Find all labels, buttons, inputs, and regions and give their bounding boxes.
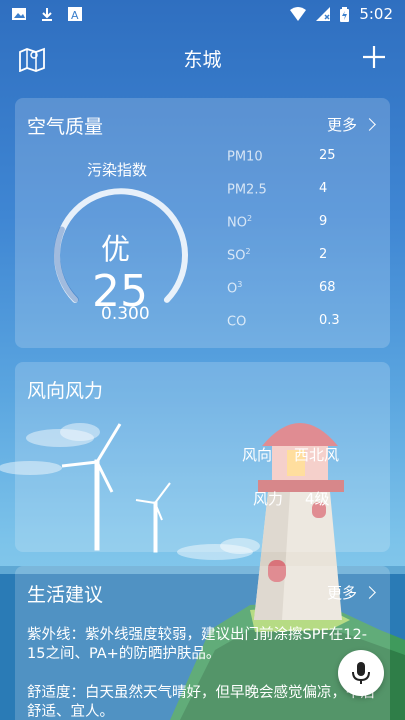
map-icon[interactable] bbox=[18, 46, 46, 72]
chevron-right-icon bbox=[363, 586, 376, 599]
pollutant-value: 9 bbox=[319, 214, 328, 229]
pollutant-row: O3 68 bbox=[215, 280, 375, 300]
add-city-button[interactable] bbox=[361, 44, 387, 70]
svg-text:A: A bbox=[71, 9, 79, 21]
wifi-icon bbox=[290, 7, 307, 21]
air-quality-title: 空气质量 bbox=[27, 116, 104, 138]
life-suggestions-card: 生活建议 更多 紫外线：紫外线强度较弱，建议出门前涂擦SPF在12-15之间、P… bbox=[15, 566, 390, 720]
pollutant-name: O3 bbox=[227, 280, 243, 297]
wind-direction-value: 西北风 bbox=[294, 446, 340, 464]
status-bar: A 5:02 bbox=[0, 0, 405, 28]
pollutant-value: 25 bbox=[319, 148, 336, 163]
wind-direction-label: 风向 bbox=[242, 446, 273, 464]
life-more-link[interactable]: 更多 bbox=[326, 582, 376, 603]
pollutant-value: 2 bbox=[319, 247, 328, 262]
aqi-gauge-fill bbox=[53, 226, 79, 303]
wind-card: 风向风力 风向 西北风 风力 4级 bbox=[15, 362, 390, 552]
pollutant-row: PM10 25 bbox=[215, 148, 375, 168]
pollutant-row: SO2 2 bbox=[215, 247, 375, 267]
air-quality-more-link[interactable]: 更多 bbox=[326, 114, 376, 135]
life-title: 生活建议 bbox=[27, 584, 104, 606]
pollution-index-label: 污染指数 bbox=[87, 161, 148, 179]
city-title: 东城 bbox=[183, 48, 222, 71]
pollutant-row: CO 0.3 bbox=[215, 313, 375, 333]
wind-title: 风向风力 bbox=[27, 380, 104, 402]
pollutant-name: PM10 bbox=[227, 149, 263, 165]
more-label: 更多 bbox=[326, 116, 357, 134]
download-icon bbox=[42, 8, 52, 21]
app-notification-icon: A bbox=[68, 7, 82, 21]
signal-off-icon bbox=[316, 7, 331, 21]
pollutant-row: PM2.5 4 bbox=[215, 181, 375, 201]
image-icon bbox=[12, 8, 26, 20]
pollutant-value: 0.3 bbox=[319, 313, 340, 328]
pollutant-value: 4 bbox=[319, 181, 328, 196]
pollutant-name: CO bbox=[227, 314, 247, 330]
voice-button[interactable] bbox=[338, 650, 384, 696]
pollutant-value: 68 bbox=[319, 280, 336, 295]
more-label: 更多 bbox=[326, 584, 357, 602]
uv-suggestion: 紫外线：紫外线强度较弱，建议出门前涂擦SPF在12-15之间、PA+的防晒护肤品… bbox=[27, 627, 367, 662]
chevron-right-icon bbox=[363, 118, 376, 131]
air-quality-card: 空气质量 更多 污染指数 优 25 0.300 PM10 25 PM2.5 4 … bbox=[15, 98, 390, 348]
pollutant-name: SO2 bbox=[227, 247, 251, 264]
pollutant-name: NO2 bbox=[227, 214, 253, 231]
microphone-icon bbox=[352, 662, 370, 684]
pollutant-name: PM2.5 bbox=[227, 182, 267, 198]
wind-force-value: 4级 bbox=[305, 490, 330, 508]
aqi-sub-value: 0.300 bbox=[101, 304, 150, 324]
wind-force-label: 风力 bbox=[253, 490, 284, 508]
battery-icon bbox=[340, 6, 350, 22]
top-bar: 东城 bbox=[0, 36, 405, 80]
clock: 5:02 bbox=[359, 5, 393, 23]
wind-direction: 风向 西北风 bbox=[242, 444, 339, 465]
pollutant-row: NO2 9 bbox=[215, 214, 375, 234]
wind-force: 风力 4级 bbox=[253, 488, 330, 509]
comfort-suggestion: 舒适度：白天虽然天气晴好，但早晚会感觉偏凉，午后舒适、宜人。 bbox=[27, 685, 375, 720]
aqi-level: 优 bbox=[101, 232, 131, 266]
